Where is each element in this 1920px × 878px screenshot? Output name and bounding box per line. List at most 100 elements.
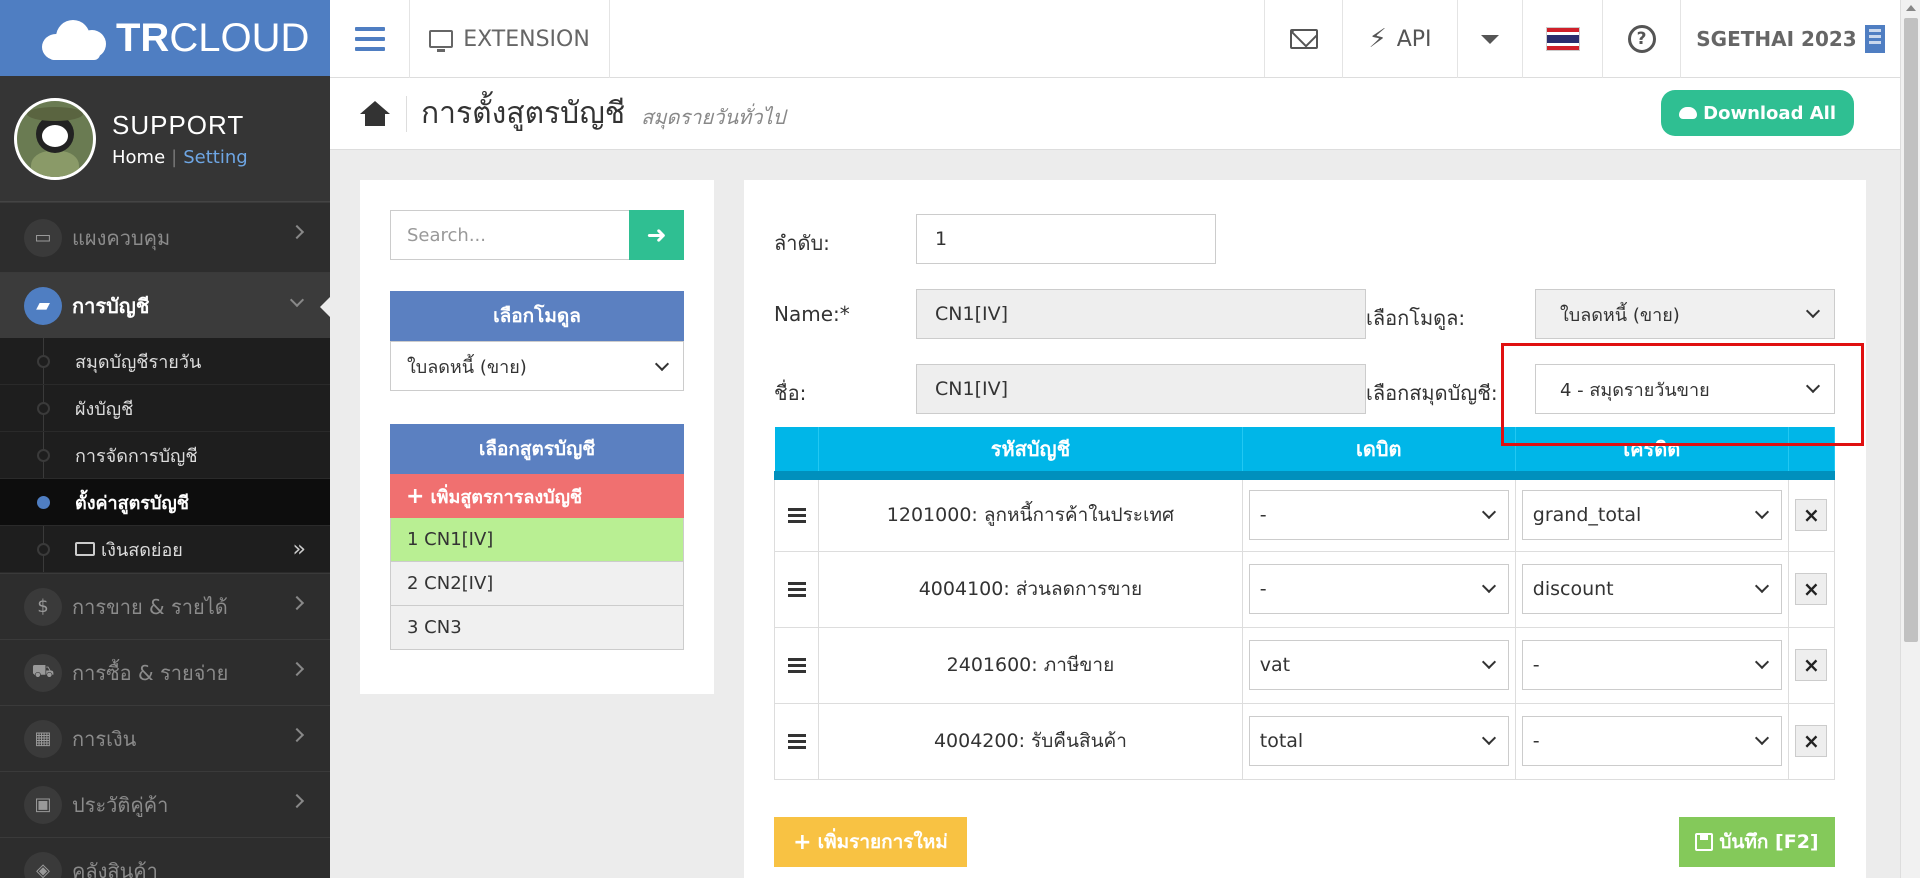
credit-select[interactable]: grand_total bbox=[1521, 490, 1782, 540]
plug-icon: ⚡ bbox=[1368, 24, 1387, 54]
credit-value: discount bbox=[1532, 578, 1614, 600]
brand-logo[interactable]: TRCLOUD bbox=[0, 0, 330, 76]
debit-value: - bbox=[1259, 504, 1267, 526]
extension-button[interactable]: EXTENSION bbox=[410, 0, 610, 78]
submenu-item-account-management[interactable]: การจัดการบัญชี bbox=[0, 432, 330, 479]
debit-select[interactable]: - bbox=[1248, 564, 1509, 614]
menu-item-dashboard[interactable]: ▭ แผงควบคุม bbox=[0, 202, 330, 272]
user-profile: SUPPORT Home | Setting bbox=[0, 76, 330, 202]
order-label: ลำดับ: bbox=[774, 231, 830, 255]
credit-select[interactable]: - bbox=[1521, 640, 1782, 690]
submenu-item-formula-settings[interactable]: ตั้งค่าสูตรบัญชี bbox=[0, 479, 330, 526]
chevron-down-icon bbox=[1481, 654, 1496, 670]
sidebar: TRCLOUD SUPPORT Home | Setting ▭ แผงควบคุม… bbox=[0, 0, 330, 878]
submenu-item-chart-of-accounts[interactable]: ผังบัญชี bbox=[0, 385, 330, 432]
search-input[interactable] bbox=[390, 210, 629, 260]
help-button[interactable]: ? bbox=[1603, 0, 1681, 78]
chevron-down-icon bbox=[1481, 504, 1496, 520]
menu-item-contacts[interactable]: ▣ ประวัติคู่ค้า bbox=[0, 771, 330, 837]
page-header: การตั้งสูตรบัญชี สมุดรายวันทั่วไป Downlo… bbox=[330, 78, 1900, 150]
home-link[interactable]: Home bbox=[112, 147, 165, 168]
delete-row-button[interactable]: × bbox=[1795, 573, 1828, 605]
page-subtitle: สมุดรายวันทั่วไป bbox=[641, 104, 786, 129]
box-icon: ◈ bbox=[24, 851, 62, 878]
chevron-right-icon bbox=[289, 661, 305, 677]
save-button[interactable]: บันทึก [F2] bbox=[1679, 817, 1835, 867]
drag-handle-icon bbox=[787, 733, 806, 749]
credit-select[interactable]: - bbox=[1521, 716, 1782, 766]
add-formula-button[interactable]: + เพิ่มสูตรการลงบัญชี bbox=[390, 474, 684, 518]
submenu-label: ผังบัญชี bbox=[75, 398, 134, 420]
module-label: เลือกโมดูล: bbox=[1366, 306, 1466, 330]
profile-name: SUPPORT bbox=[112, 109, 245, 140]
menu-label-inventory: คลังสินค้า bbox=[72, 858, 158, 878]
name-input[interactable]: CN1[IV] bbox=[916, 289, 1366, 339]
chevron-down-icon bbox=[1754, 654, 1769, 670]
avatar[interactable] bbox=[14, 97, 96, 180]
debit-select[interactable]: - bbox=[1248, 490, 1509, 540]
api-label: API bbox=[1396, 26, 1432, 52]
delete-row-button[interactable]: × bbox=[1795, 649, 1828, 681]
menu-item-inventory[interactable]: ◈ คลังสินค้า bbox=[0, 837, 330, 878]
module-select[interactable]: ใบลดหนี้ (ขาย) bbox=[390, 341, 684, 391]
module-select[interactable]: ใบลดหนี้ (ขาย) bbox=[1535, 289, 1835, 339]
debit-select[interactable]: vat bbox=[1248, 640, 1509, 690]
drag-handle[interactable] bbox=[773, 702, 820, 780]
home-icon[interactable] bbox=[360, 100, 390, 127]
formula-item[interactable]: 1 CN1[IV] bbox=[390, 518, 684, 562]
table-row: 1201000: ลูกหนี้การค้าในประเทศ - grand_t… bbox=[773, 474, 1836, 552]
table-row: 2401600: ภาษีขาย vat - × bbox=[773, 626, 1836, 704]
debit-value: - bbox=[1259, 578, 1267, 600]
search-go-button[interactable]: ➜ bbox=[629, 210, 684, 260]
debit-select[interactable]: total bbox=[1248, 716, 1509, 766]
formula-item[interactable]: 2 CN2[IV] bbox=[390, 562, 684, 606]
drag-handle[interactable] bbox=[773, 474, 820, 552]
download-all-button[interactable]: Download All bbox=[1661, 90, 1854, 136]
chevron-right-icon bbox=[289, 224, 305, 240]
chevron-down-icon bbox=[1481, 730, 1496, 746]
menu-item-accounting[interactable]: ▰ การบัญชี bbox=[0, 272, 330, 338]
name-label: Name:* bbox=[774, 302, 850, 326]
page-scrollbar[interactable] bbox=[1900, 0, 1920, 878]
chevron-down-icon bbox=[1754, 504, 1769, 520]
messages-button[interactable] bbox=[1265, 0, 1343, 78]
contact-icon: ▣ bbox=[24, 785, 62, 824]
formula-item[interactable]: 3 CN3 bbox=[390, 606, 684, 650]
order-input[interactable]: 1 bbox=[916, 214, 1216, 264]
language-selector[interactable] bbox=[1523, 0, 1603, 78]
api-button[interactable]: ⚡ API bbox=[1343, 0, 1458, 78]
menu-toggle-button[interactable] bbox=[330, 0, 410, 78]
add-row-label: เพิ่มรายการใหม่ bbox=[817, 831, 948, 853]
delete-row-button[interactable]: × bbox=[1795, 725, 1828, 757]
formula-list: + เพิ่มสูตรการลงบัญชี 1 CN1[IV] 2 CN2[IV]… bbox=[390, 474, 684, 650]
submenu-label: เงินสดย่อย bbox=[101, 539, 183, 561]
chevron-down-icon bbox=[654, 356, 670, 372]
credit-value: - bbox=[1532, 730, 1540, 752]
submenu-item-journal[interactable]: สมุดบัญชีรายวัน bbox=[0, 338, 330, 385]
setting-link[interactable]: Setting bbox=[183, 147, 247, 168]
drag-handle[interactable] bbox=[773, 626, 820, 704]
download-label: Download All bbox=[1703, 102, 1836, 124]
menu-item-finance[interactable]: ▦ การเงิน bbox=[0, 705, 330, 771]
menu-item-purchases[interactable]: ⛟ การซื้อ & รายจ่าย bbox=[0, 639, 330, 705]
submenu-item-petty-cash[interactable]: เงินสดย่อย » bbox=[0, 526, 330, 573]
menu-item-sales[interactable]: $ การขาย & รายได้ bbox=[0, 573, 330, 639]
thai-name-input[interactable]: CN1[IV] bbox=[916, 364, 1366, 414]
module-select-value: ใบลดหนี้ (ขาย) bbox=[1560, 304, 1680, 326]
module-header: เลือกโมดูล bbox=[390, 291, 684, 341]
company-name: SGETHAI 2023 bbox=[1696, 27, 1857, 51]
thai-name-label: ชื่อ: bbox=[774, 381, 807, 405]
scrollbar-thumb[interactable] bbox=[1904, 18, 1918, 642]
company-selector[interactable]: SGETHAI 2023 bbox=[1681, 0, 1900, 78]
account-code-cell: 4004200: รับคืนสินค้า bbox=[818, 702, 1243, 780]
building-icon bbox=[1864, 25, 1885, 53]
column-header-debit: เดบิต bbox=[1242, 427, 1516, 480]
drag-handle[interactable] bbox=[773, 550, 820, 628]
credit-select[interactable]: discount bbox=[1521, 564, 1782, 614]
dropdown-toggle[interactable] bbox=[1458, 0, 1523, 78]
scroll-up-arrow-icon[interactable] bbox=[1901, 0, 1920, 16]
floppy-disk-icon bbox=[1695, 833, 1714, 851]
hamburger-icon bbox=[354, 27, 385, 51]
add-row-button[interactable]: + เพิ่มรายการใหม่ bbox=[774, 817, 967, 867]
delete-row-button[interactable]: × bbox=[1795, 499, 1828, 531]
